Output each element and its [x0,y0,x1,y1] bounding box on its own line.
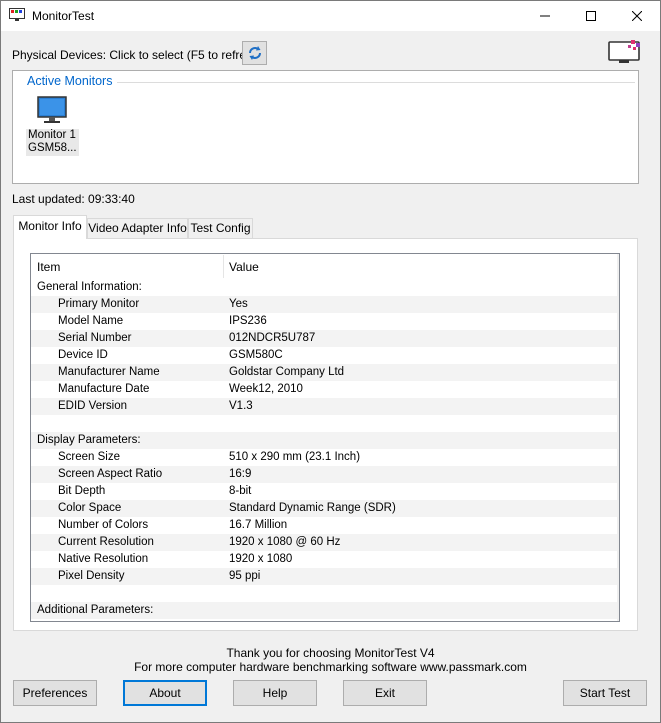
tab-monitor-info[interactable]: Monitor Info [13,215,87,239]
table-row[interactable]: Native Resolution 1920 x 1080 [31,551,617,568]
minimize-icon [540,15,550,17]
row-item: Color Space [58,502,122,514]
row-item: Primary Monitor [58,298,140,310]
column-separator[interactable] [223,255,224,278]
table-row[interactable]: Bit Depth 8-bit [31,483,617,500]
row-value: 16:9 [229,468,252,480]
monitor-info-list[interactable]: Item Value General Information: Primary M… [30,253,620,622]
help-button[interactable]: Help [233,680,317,706]
row-item: Manufacturer Name [58,366,160,378]
row-item: Native Resolution [58,553,149,565]
row-value: 510 x 290 mm (23.1 Inch) [229,451,361,463]
table-row[interactable]: EDID Version V1.3 [31,398,617,415]
column-header-value[interactable]: Value [229,260,259,274]
vertical-scrollbar[interactable] [617,254,620,621]
about-button[interactable]: About [123,680,207,706]
section-header: General Information: [37,281,142,293]
close-icon [632,11,642,21]
table-row[interactable]: Model Name IPS236 [31,313,617,330]
app-window: MonitorTest Physical Devices: Click to s… [0,0,661,723]
group-divider [117,82,635,83]
row-item: Manufacture Date [58,383,150,395]
tab-test-config[interactable]: Test Config [188,218,253,238]
list-header: Item Value [31,254,617,279]
table-row[interactable] [31,415,617,432]
monitor-1-label: Monitor 1 GSM58... [26,129,79,156]
row-item: Pixel Density [58,570,125,582]
row-item: Device ID [58,349,108,361]
row-item: Model Name [58,315,124,327]
row-value: 012NDCR5U787 [229,332,316,344]
row-value: 95 ppi [229,570,261,582]
monitor-info-panel: Item Value General Information: Primary M… [13,238,638,631]
monitor-1-item[interactable]: Monitor 1 GSM58... [26,96,79,159]
physical-devices-label: Physical Devices: Click to select (F5 to… [12,48,263,62]
table-row[interactable]: General Information: [31,279,617,296]
table-row[interactable]: Display Parameters: [31,432,617,449]
row-value: 1920 x 1080 @ 60 Hz [229,536,341,548]
maximize-icon [586,11,596,21]
row-value: Yes [229,298,248,310]
row-value: Standard Dynamic Range (SDR) [229,502,396,514]
row-item: Current Resolution [58,536,154,548]
table-row[interactable]: Number of Colors 16.7 Million [31,517,617,534]
preferences-button[interactable]: Preferences [13,680,97,706]
footer-thanks: Thank you for choosing MonitorTest V4 [226,646,435,660]
table-row[interactable]: Color Space Standard Dynamic Range (SDR) [31,500,617,517]
table-row[interactable] [31,585,617,602]
active-monitors-title: Active Monitors [27,74,117,88]
exit-button[interactable]: Exit [343,680,427,706]
list-rows: General Information: Primary Monitor Yes Mo… [31,279,617,621]
scroll-up-button[interactable] [617,254,619,271]
refresh-button[interactable] [242,41,267,65]
column-header-item[interactable]: Item [37,260,60,274]
tab-video-adapter-info[interactable]: Video Adapter Info [87,218,188,238]
passmark-logo-icon [608,40,640,63]
row-item: Number of Colors [58,519,149,531]
monitor-id: GSM58... [28,142,77,154]
row-value: Week12, 2010 [229,383,303,395]
table-row[interactable]: Additional Parameters: [31,602,617,619]
refresh-icon [248,46,261,60]
footer-website: For more computer hardware benchmarking … [134,660,527,674]
start-test-button[interactable]: Start Test [563,680,647,706]
row-item: Screen Size [58,451,121,463]
table-row[interactable]: Current Resolution 1920 x 1080 @ 60 Hz [31,534,617,551]
minimize-button[interactable] [522,1,568,31]
row-value: 8-bit [229,485,252,497]
monitor-name: Monitor 1 [28,129,76,141]
window-title: MonitorTest [32,9,95,23]
table-row[interactable]: Screen Size 510 x 290 mm (23.1 Inch) [31,449,617,466]
last-updated-label: Last updated: 09:33:40 [12,192,135,206]
row-value: IPS236 [229,315,267,327]
row-value: 1920 x 1080 [229,553,293,565]
table-row[interactable]: Manufacturer Name Goldstar Company Ltd [31,364,617,381]
active-monitors-panel: Active Monitors Monitor 1 GSM58... [12,70,639,184]
table-row[interactable]: Primary Monitor Yes [31,296,617,313]
scroll-down-button[interactable] [617,604,619,621]
row-value: Goldstar Company Ltd [229,366,345,378]
monitor-icon [37,96,67,123]
table-row[interactable]: Pixel Density 95 ppi [31,568,617,585]
section-header: Additional Parameters: [37,604,154,616]
table-row[interactable] [31,619,617,621]
row-value: V1.3 [229,400,253,412]
maximize-button[interactable] [568,1,614,31]
row-item: EDID Version [58,400,128,412]
title-bar[interactable]: MonitorTest [1,1,660,31]
table-row[interactable]: Serial Number 012NDCR5U787 [31,330,617,347]
row-value: 16.7 Million [229,519,288,531]
table-row[interactable]: Manufacture Date Week12, 2010 [31,381,617,398]
app-monitor-icon [9,8,25,21]
table-row[interactable]: Device ID GSM580C [31,347,617,364]
scroll-thumb[interactable] [619,271,620,435]
row-value: GSM580C [229,349,283,361]
row-item: Serial Number [58,332,132,344]
section-header: Display Parameters: [37,434,141,446]
table-row[interactable]: Screen Aspect Ratio 16:9 [31,466,617,483]
row-item: Screen Aspect Ratio [58,468,163,480]
row-item: Bit Depth [58,485,106,497]
close-button[interactable] [614,1,660,31]
